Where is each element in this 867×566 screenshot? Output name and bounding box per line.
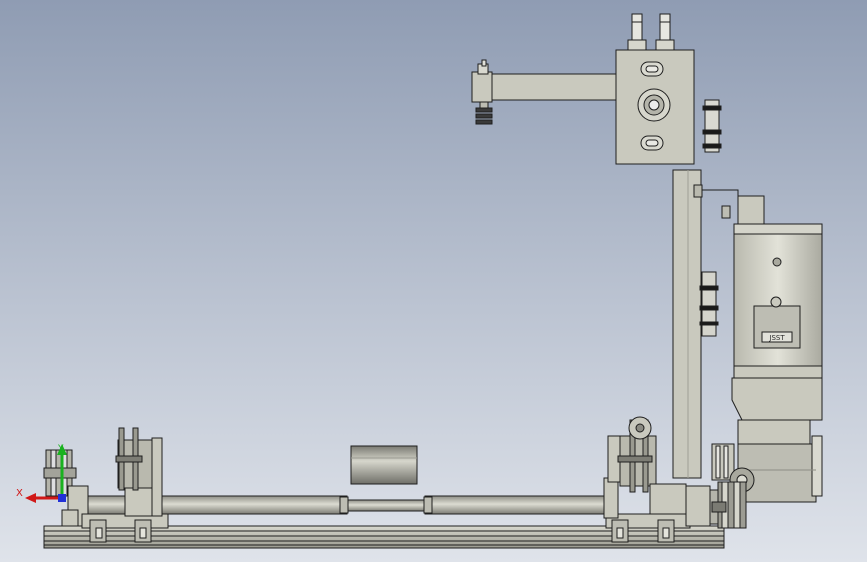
air-fittings xyxy=(627,13,675,51)
triad-z-axis xyxy=(58,494,66,502)
triad-x-label: X xyxy=(16,488,23,499)
column-sensor xyxy=(699,271,719,337)
workpiece-cylinder xyxy=(350,445,418,485)
motor-terminal-box xyxy=(721,195,765,227)
top-head-block xyxy=(615,49,695,165)
sensor-arm xyxy=(471,59,617,103)
motor-nameplate: JSST xyxy=(768,334,785,342)
triad-x-arrow xyxy=(25,493,36,503)
assembly-drawing: JSST X Y xyxy=(16,13,823,549)
proximity-sensor xyxy=(702,99,722,153)
spring-probe xyxy=(475,101,493,125)
motor-body xyxy=(733,223,823,369)
cad-viewport[interactable]: JSST X Y xyxy=(0,0,867,562)
drive-coupling xyxy=(685,481,747,529)
left-roller-stand xyxy=(81,427,169,543)
triad-y-label: Y xyxy=(57,444,64,454)
